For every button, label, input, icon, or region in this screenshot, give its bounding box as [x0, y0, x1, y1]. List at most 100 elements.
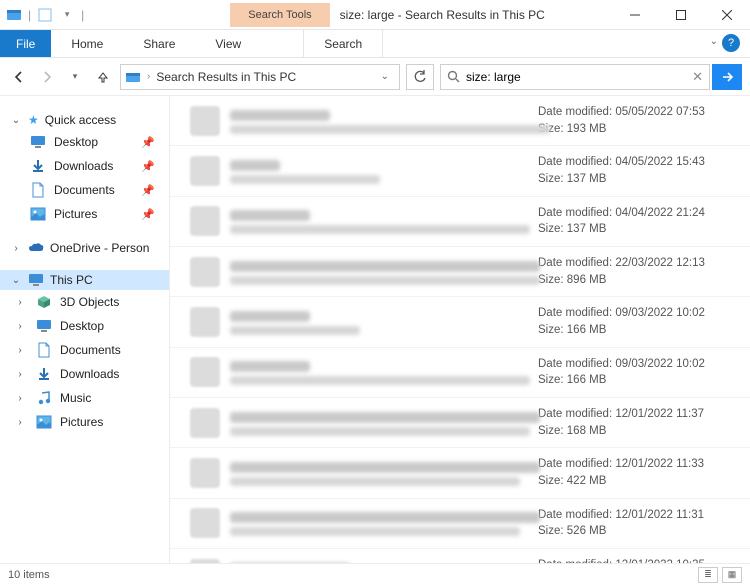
folder-icon [30, 182, 46, 198]
qat-dropdown-icon[interactable]: ▾ [59, 7, 75, 23]
chevron-right-icon[interactable] [14, 417, 26, 428]
size-value: 526 MB [567, 525, 607, 537]
date-modified-value: 09/03/2022 10:02 [615, 307, 705, 319]
body: ★ Quick access Desktop📌Downloads📌Documen… [0, 96, 750, 563]
sidebar-item[interactable]: Music [0, 386, 169, 410]
file-name-blurred [230, 361, 310, 372]
result-row[interactable]: Date modified: 12/01/2022 11:31Size: 526… [170, 499, 750, 549]
view-tab[interactable]: View [195, 30, 261, 57]
chevron-right-icon[interactable] [14, 297, 26, 308]
window-title: size: large - Search Results in This PC [340, 8, 545, 22]
file-name-area [230, 158, 528, 184]
sidebar-item[interactable]: Documents [0, 338, 169, 362]
file-icon [190, 458, 220, 488]
result-row[interactable]: Date modified: 12/01/2022 11:33Size: 422… [170, 448, 750, 498]
details-view-button[interactable]: ≣ [698, 567, 718, 583]
size-label: Size: [538, 173, 564, 185]
file-name-blurred [230, 311, 310, 322]
search-input[interactable] [466, 70, 686, 84]
result-row[interactable]: Date modified: 09/03/2022 10:02Size: 166… [170, 297, 750, 347]
results-list[interactable]: Date modified: 05/05/2022 07:53Size: 193… [170, 96, 750, 563]
file-meta: Date modified: 12/01/2022 11:33Size: 422… [538, 456, 738, 489]
file-path-blurred [230, 175, 380, 184]
result-row[interactable]: Date modified: 04/04/2022 21:24Size: 137… [170, 197, 750, 247]
explorer-icon [6, 7, 22, 23]
qat-properties-icon[interactable] [37, 7, 53, 23]
search-box[interactable]: ✕ [440, 64, 710, 90]
chevron-down-icon[interactable] [10, 275, 22, 286]
quick-access-group[interactable]: ★ Quick access [0, 110, 169, 130]
breadcrumb-text[interactable]: Search Results in This PC [156, 70, 368, 84]
result-row[interactable]: Date modified: 09/03/2022 10:02Size: 166… [170, 348, 750, 398]
back-button[interactable] [8, 66, 30, 88]
sidebar-item[interactable]: Desktop [0, 314, 169, 338]
sidebar-item[interactable]: 3D Objects [0, 290, 169, 314]
file-meta: Date modified: 12/01/2022 10:35Size: 200… [538, 557, 738, 563]
search-tab[interactable]: Search [303, 30, 383, 57]
quick-access-toolbar: | ▾ | [0, 7, 90, 23]
size-value: 137 MB [567, 223, 607, 235]
folder-icon [30, 158, 46, 174]
sidebar-item-label: Documents [54, 183, 115, 197]
result-row[interactable]: Date modified: 04/05/2022 15:43Size: 137… [170, 146, 750, 196]
this-pc-group[interactable]: This PC [0, 270, 169, 290]
search-go-button[interactable] [712, 64, 742, 90]
onedrive-group[interactable]: OneDrive - Person [0, 238, 169, 258]
chevron-right-icon[interactable] [14, 393, 26, 404]
star-icon: ★ [28, 113, 39, 127]
qat-separator: | [28, 8, 31, 22]
folder-icon [36, 390, 52, 406]
chevron-right-icon[interactable] [14, 369, 26, 380]
address-bar[interactable]: › Search Results in This PC ⌄ [120, 64, 400, 90]
chevron-right-icon[interactable] [14, 321, 26, 332]
file-icon [190, 559, 220, 563]
search-tools-contextual-tab[interactable]: Search Tools [230, 3, 329, 27]
pin-icon[interactable]: 📌 [141, 160, 163, 173]
minimize-button[interactable] [612, 0, 658, 30]
file-name-area [230, 359, 528, 385]
file-path-blurred [230, 376, 530, 385]
ribbon-tabs: File Home Share View Search ⌄ ? [0, 30, 750, 58]
result-row[interactable]: Date modified: 12/01/2022 10:35Size: 200… [170, 549, 750, 563]
chevron-down-icon[interactable] [10, 115, 22, 126]
file-icon [190, 307, 220, 337]
sidebar-item[interactable]: Pictures📌 [0, 202, 169, 226]
sidebar-item[interactable]: Documents 📌 [0, 178, 169, 202]
address-dropdown-icon[interactable]: ⌄ [375, 71, 395, 82]
home-tab[interactable]: Home [51, 30, 123, 57]
sidebar-item-label: Downloads [60, 367, 119, 381]
large-icons-view-button[interactable]: ▦ [722, 567, 742, 583]
chevron-right-icon[interactable] [10, 243, 22, 254]
help-button[interactable]: ? [722, 34, 740, 52]
date-modified-value: 12/01/2022 11:33 [615, 458, 704, 470]
clear-search-icon[interactable]: ✕ [692, 69, 703, 85]
result-row[interactable]: Date modified: 22/03/2022 12:13Size: 896… [170, 247, 750, 297]
file-tab[interactable]: File [0, 30, 51, 57]
recent-locations-dropdown[interactable]: ▾ [64, 66, 86, 88]
pin-icon[interactable]: 📌 [141, 136, 163, 149]
result-row[interactable]: Date modified: 05/05/2022 07:53Size: 193… [170, 96, 750, 146]
close-button[interactable] [704, 0, 750, 30]
forward-button[interactable] [36, 66, 58, 88]
breadcrumb-chevron-icon[interactable]: › [147, 71, 150, 82]
ribbon-collapse-icon[interactable]: ⌄ [710, 36, 718, 47]
file-meta: Date modified: 05/05/2022 07:53Size: 193… [538, 104, 738, 137]
refresh-button[interactable] [406, 64, 434, 90]
file-meta: Date modified: 09/03/2022 10:02Size: 166… [538, 356, 738, 389]
date-modified-label: Date modified: [538, 307, 612, 319]
pin-icon[interactable]: 📌 [141, 208, 163, 221]
pin-icon[interactable]: 📌 [141, 184, 163, 197]
file-meta: Date modified: 04/05/2022 15:43Size: 137… [538, 154, 738, 187]
search-icon [447, 70, 460, 83]
sidebar-item[interactable]: Downloads [0, 362, 169, 386]
sidebar-item[interactable]: Downloads📌 [0, 154, 169, 178]
share-tab[interactable]: Share [123, 30, 195, 57]
chevron-right-icon[interactable] [14, 345, 26, 356]
sidebar-item[interactable]: Desktop📌 [0, 130, 169, 154]
title-bar: | ▾ | Search Tools size: large - Search … [0, 0, 750, 30]
up-button[interactable] [92, 66, 114, 88]
maximize-button[interactable] [658, 0, 704, 30]
sidebar-item[interactable]: Pictures [0, 410, 169, 434]
size-label: Size: [538, 374, 564, 386]
result-row[interactable]: Date modified: 12/01/2022 11:37Size: 168… [170, 398, 750, 448]
